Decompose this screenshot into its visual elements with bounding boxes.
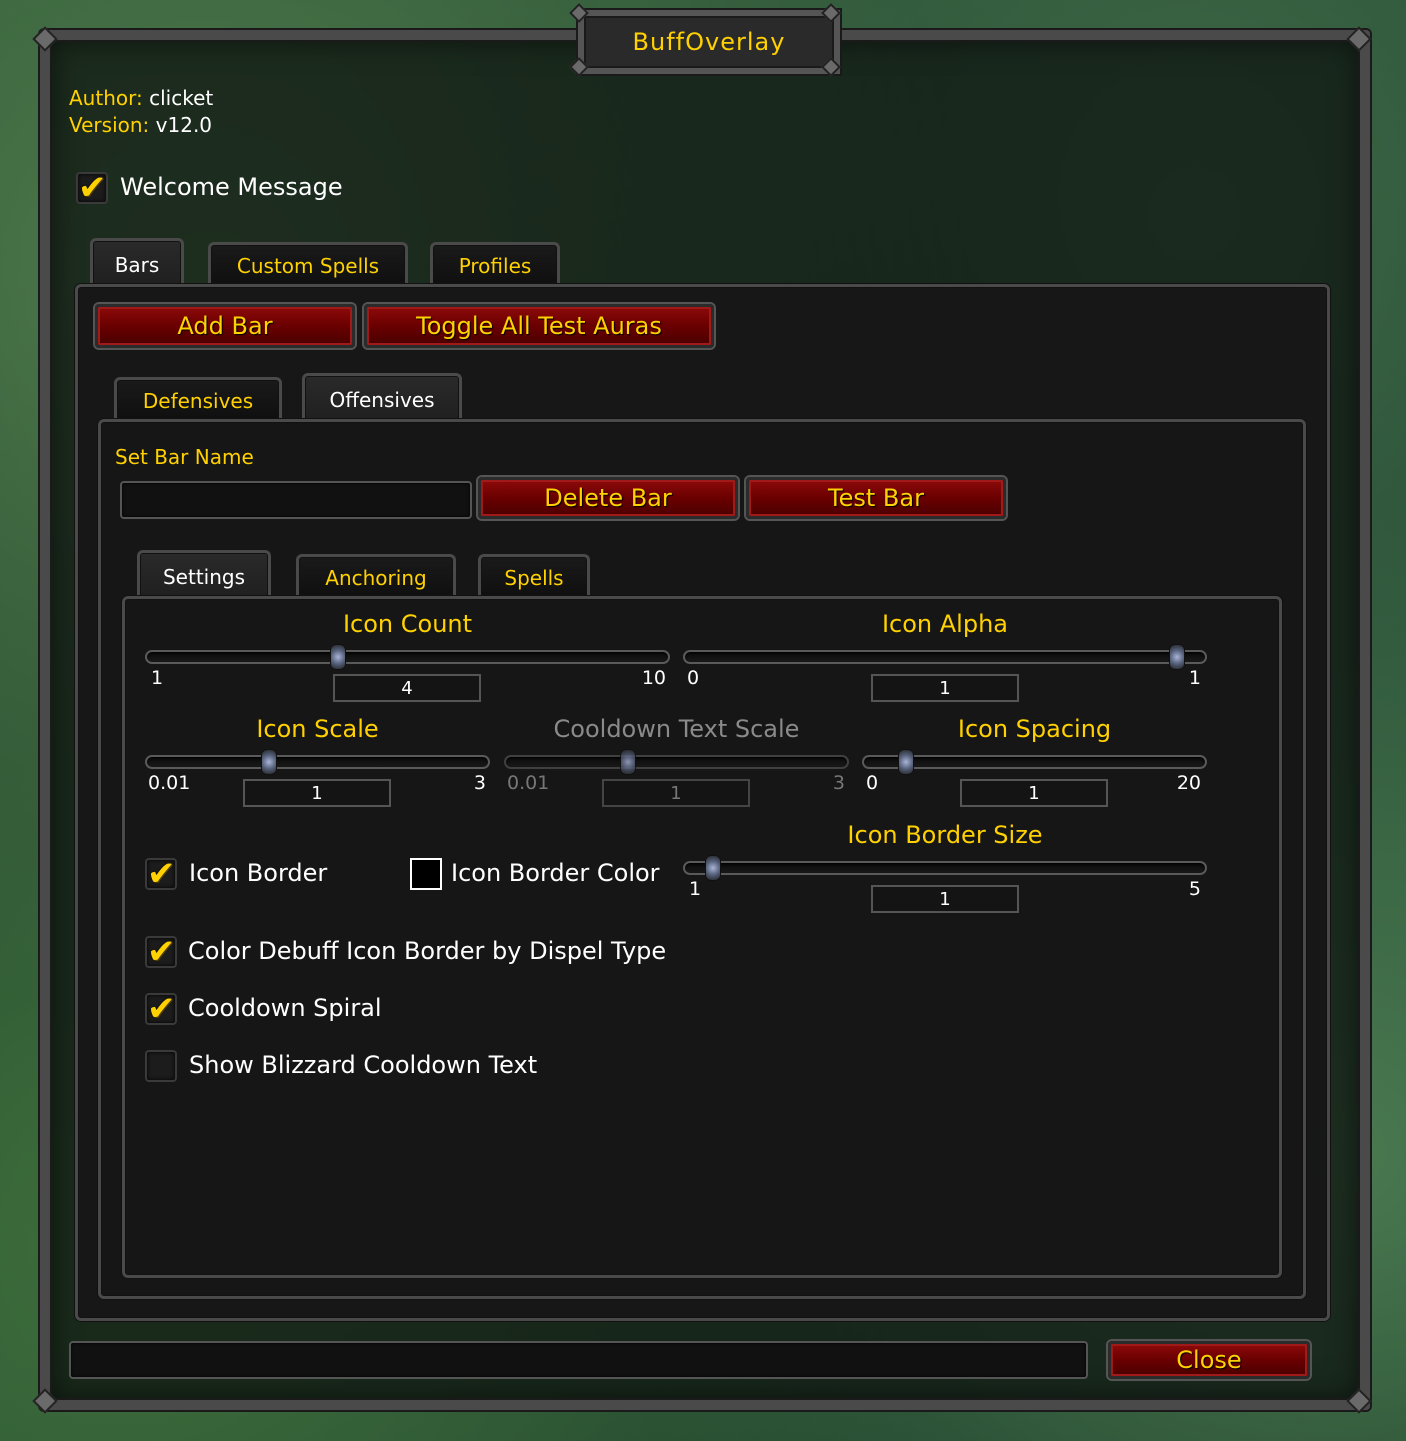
- slider-label: Icon Alpha: [881, 610, 1009, 638]
- tab-label: Bars: [114, 252, 160, 277]
- tab-spells[interactable]: Spells: [478, 554, 590, 598]
- button-label: Delete Bar: [544, 484, 672, 512]
- tab-custom-spells[interactable]: Custom Spells: [208, 242, 408, 286]
- bar-name-input[interactable]: [120, 481, 472, 519]
- welcome-message-label: Welcome Message: [120, 173, 343, 201]
- tab-label: Custom Spells: [236, 253, 380, 278]
- button-label: Test Bar: [828, 484, 924, 512]
- slider-value-input[interactable]: 1: [960, 779, 1108, 807]
- tab-label: Spells: [504, 565, 564, 590]
- button-label: Add Bar: [177, 312, 273, 340]
- color-debuff-checkbox[interactable]: ✔: [145, 932, 177, 972]
- add-bar-button[interactable]: Add Bar: [95, 304, 355, 348]
- slider-label: Icon Scale: [256, 715, 379, 743]
- tab-label: Offensives: [329, 387, 435, 412]
- version-label: Version:: [69, 113, 150, 137]
- checkmark-icon: ✔: [147, 854, 176, 894]
- slider-label: Icon Spacing: [957, 715, 1112, 743]
- checkmark-icon: ✔: [147, 989, 176, 1029]
- slider-label: Icon Count: [342, 610, 473, 638]
- slider-label: Cooldown Text Scale: [553, 715, 800, 743]
- version-value: v12.0: [155, 113, 213, 137]
- slider-min: 0: [687, 667, 700, 689]
- set-bar-name-label: Set Bar Name: [115, 445, 254, 469]
- title-plate[interactable]: BuffOverlay: [578, 10, 840, 74]
- tab-profiles[interactable]: Profiles: [430, 242, 560, 286]
- slider-thumb[interactable]: [705, 855, 721, 881]
- icon-border-checkbox[interactable]: ✔: [145, 854, 177, 894]
- slider-max: 5: [1188, 878, 1201, 900]
- author-line: Author: clicket: [69, 86, 213, 110]
- delete-bar-button[interactable]: Delete Bar: [478, 477, 738, 519]
- welcome-message-checkbox[interactable]: ✔: [76, 168, 108, 208]
- slider-thumb[interactable]: [329, 644, 346, 670]
- slider-value-input[interactable]: 1: [871, 885, 1019, 913]
- icon-spacing-slider: Icon Spacing 0 20 1: [862, 715, 1207, 810]
- blizzard-cooldown-text-checkbox[interactable]: [145, 1050, 177, 1082]
- author-label: Author:: [69, 86, 143, 110]
- tab-settings[interactable]: Settings: [137, 550, 271, 600]
- slider-min: 0: [866, 772, 879, 794]
- color-debuff-label: Color Debuff Icon Border by Dispel Type: [188, 937, 667, 965]
- slider-thumb[interactable]: [898, 749, 915, 775]
- button-label: Close: [1176, 1346, 1242, 1374]
- slider-min: 1: [151, 667, 164, 689]
- slider-track[interactable]: [683, 861, 1207, 875]
- tab-label: Anchoring: [325, 565, 427, 590]
- tab-anchoring[interactable]: Anchoring: [296, 554, 456, 598]
- slider-track[interactable]: [145, 755, 490, 769]
- slider-value-input: 1: [602, 779, 750, 807]
- icon-border-label: Icon Border: [189, 859, 328, 887]
- status-bar: [69, 1341, 1088, 1379]
- slider-min: 1: [689, 878, 702, 900]
- icon-border-color-swatch[interactable]: [410, 858, 442, 890]
- slider-track[interactable]: [683, 650, 1207, 664]
- slider-min: 0.01: [148, 772, 191, 794]
- tab-label: Profiles: [458, 253, 532, 278]
- author-value: clicket: [149, 86, 214, 110]
- slider-min: 0.01: [507, 772, 550, 794]
- close-button[interactable]: Close: [1108, 1341, 1310, 1379]
- tab-label: Defensives: [142, 388, 254, 413]
- slider-max: 10: [641, 667, 666, 689]
- icon-scale-slider: Icon Scale 0.01 3 1: [145, 715, 490, 810]
- icon-alpha-slider: Icon Alpha 0 1 1: [683, 610, 1207, 705]
- slider-value-input[interactable]: 1: [871, 674, 1019, 702]
- icon-border-size-slider: Icon Border Size 1 5 1: [683, 821, 1207, 916]
- button-label: Toggle All Test Auras: [416, 312, 662, 340]
- slider-max: 3: [832, 772, 845, 794]
- window-title: BuffOverlay: [632, 28, 786, 56]
- slider-track: [504, 755, 849, 769]
- slider-value-input[interactable]: 1: [243, 779, 391, 807]
- slider-max: 20: [1176, 772, 1201, 794]
- slider-max: 3: [473, 772, 486, 794]
- icon-count-slider: Icon Count 1 10 4: [145, 610, 670, 705]
- cooldown-spiral-checkbox[interactable]: ✔: [145, 989, 177, 1029]
- icon-border-color-label: Icon Border Color: [451, 859, 660, 887]
- test-bar-button[interactable]: Test Bar: [746, 477, 1006, 519]
- blizzard-cooldown-text-label: Show Blizzard Cooldown Text: [189, 1051, 538, 1079]
- tab-bars[interactable]: Bars: [90, 238, 184, 288]
- slider-value-input[interactable]: 4: [333, 674, 481, 702]
- slider-thumb[interactable]: [261, 749, 278, 775]
- tab-offensives[interactable]: Offensives: [302, 373, 462, 423]
- slider-thumb[interactable]: [1169, 644, 1185, 670]
- slider-max: 1: [1188, 667, 1201, 689]
- slider-label: Icon Border Size: [847, 821, 1043, 849]
- slider-track[interactable]: [145, 650, 670, 664]
- checkmark-icon: ✔: [147, 932, 176, 972]
- tab-label: Settings: [162, 564, 246, 589]
- cooldown-text-scale-slider: Cooldown Text Scale 0.01 3 1: [504, 715, 849, 810]
- cooldown-spiral-label: Cooldown Spiral: [188, 994, 382, 1022]
- checkmark-icon: ✔: [78, 168, 107, 208]
- tab-defensives[interactable]: Defensives: [114, 377, 282, 421]
- slider-thumb: [620, 749, 637, 775]
- version-line: Version: v12.0: [69, 113, 212, 137]
- toggle-all-test-auras-button[interactable]: Toggle All Test Auras: [364, 304, 714, 348]
